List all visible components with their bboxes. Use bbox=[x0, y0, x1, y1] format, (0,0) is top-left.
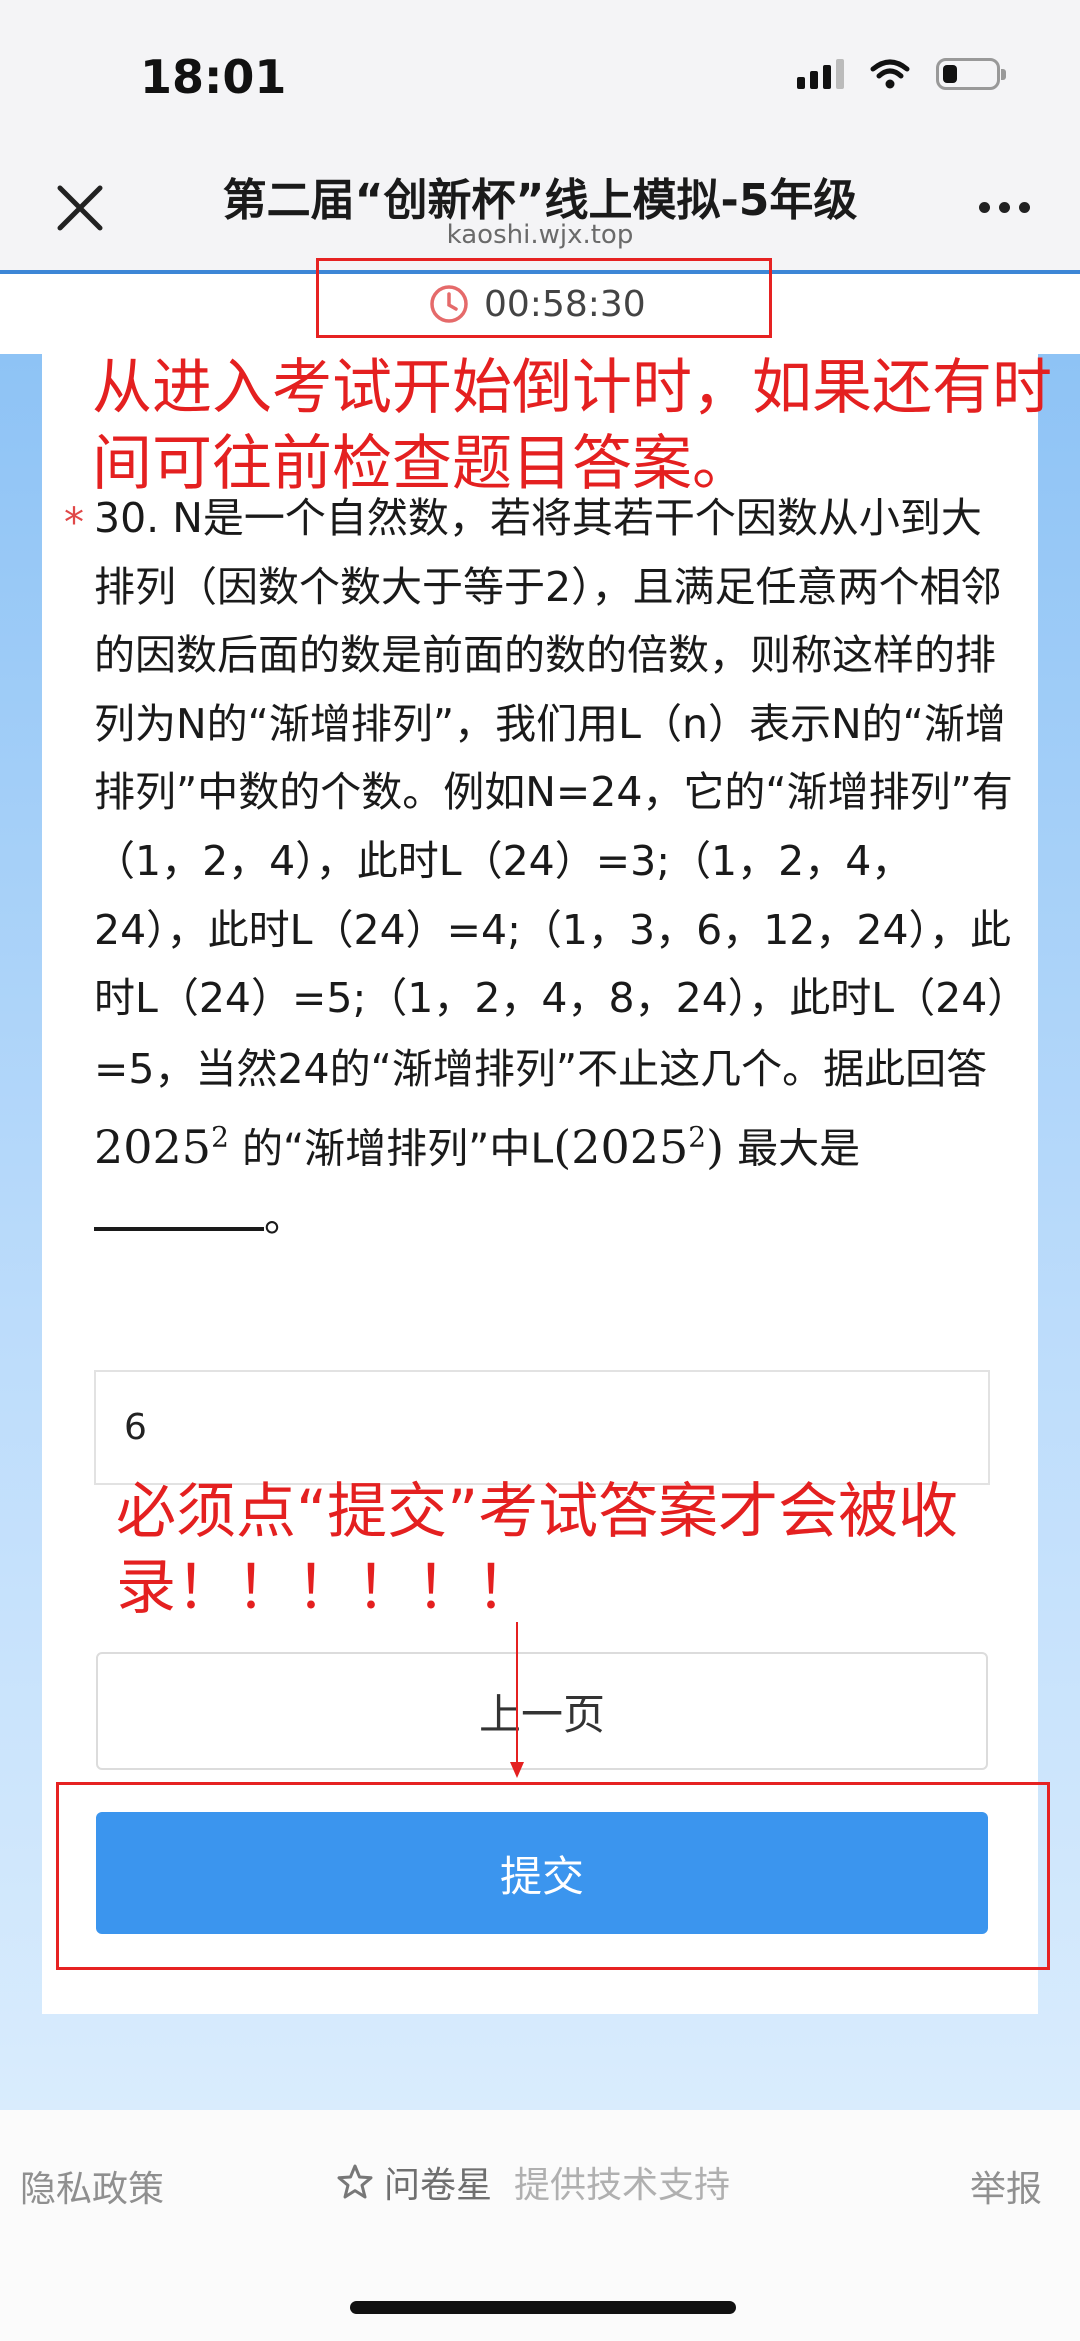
page-title: 第二届“创新杯”线上模拟-5年级 bbox=[222, 175, 858, 226]
battery-icon bbox=[936, 58, 1006, 90]
privacy-policy-link[interactable]: 隐私政策 bbox=[20, 2160, 164, 2212]
prev-page-button[interactable]: 上一页 bbox=[96, 1652, 988, 1770]
home-indicator bbox=[350, 2301, 736, 2314]
brand-name: 问卷星 bbox=[384, 2165, 493, 2206]
math-2025-squared: 20252 bbox=[94, 1119, 229, 1174]
footer-brand[interactable]: 问卷星 提供技术支持 bbox=[336, 2156, 730, 2208]
status-bar: 18:01 bbox=[0, 0, 1080, 150]
cellular-signal-icon bbox=[797, 59, 844, 89]
report-link[interactable]: 举报 bbox=[970, 2160, 1042, 2212]
page-url: kaoshi.wjx.top bbox=[446, 220, 634, 250]
annotation-arrow-head bbox=[510, 1762, 524, 1778]
submit-button[interactable]: 提交 bbox=[96, 1812, 988, 1934]
annotation-countdown-note: 从进入考试开始倒计时，如果还有时间可往前检查题目答案。 bbox=[92, 353, 1052, 499]
question-body: 30. N是一个自然数，若将其若干个因数从小到大排列（因数个数大于等于2），且满… bbox=[94, 494, 1013, 1093]
timer-highlight-box bbox=[316, 258, 772, 338]
math-L-2025-squared: (20252) bbox=[553, 1119, 725, 1174]
required-mark: * bbox=[64, 500, 84, 546]
status-time: 18:01 bbox=[140, 50, 287, 104]
wifi-icon bbox=[870, 59, 910, 89]
question-body-2: 的“渐增排列”中L bbox=[228, 1124, 554, 1173]
answer-input[interactable] bbox=[94, 1370, 990, 1485]
status-icons bbox=[797, 58, 1006, 90]
close-icon[interactable] bbox=[50, 178, 110, 238]
annotation-arrow bbox=[516, 1622, 518, 1770]
more-options-icon[interactable] bbox=[979, 202, 1030, 213]
annotation-submit-note: 必须点“提交”考试答案才会被收录！！！！！！ bbox=[116, 1477, 959, 1623]
support-text: 提供技术支持 bbox=[514, 2165, 731, 2206]
answer-blank bbox=[94, 1197, 264, 1232]
star-icon bbox=[337, 2164, 373, 2199]
nav-bar: 第二届“创新杯”线上模拟-5年级 kaoshi.wjx.top bbox=[0, 150, 1080, 274]
question-text: 30. N是一个自然数，若将其若干个因数从小到大排列（因数个数大于等于2），且满… bbox=[94, 484, 1014, 1252]
question-body-4: 。 bbox=[264, 1193, 305, 1242]
question-body-3: 最大是 bbox=[724, 1124, 861, 1173]
